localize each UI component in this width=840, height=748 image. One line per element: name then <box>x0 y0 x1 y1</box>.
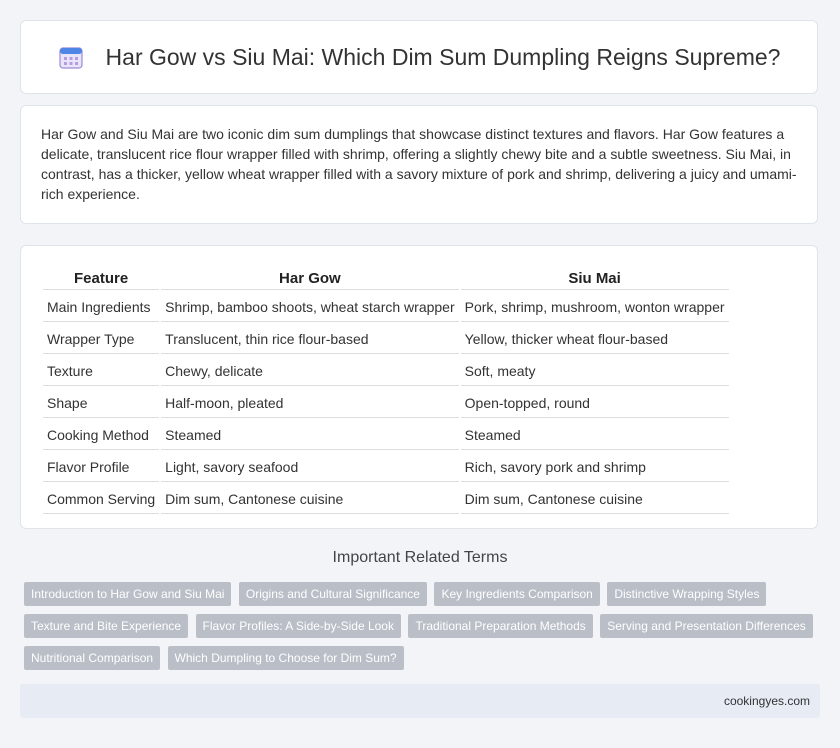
related-tag[interactable]: Key Ingredients Comparison <box>434 582 600 606</box>
related-tag[interactable]: Texture and Bite Experience <box>24 614 189 638</box>
table-cell: Chewy, delicate <box>161 356 459 386</box>
related-tag[interactable]: Traditional Preparation Methods <box>408 614 593 638</box>
related-tag[interactable]: Nutritional Comparison <box>24 646 161 670</box>
calendar-icon <box>58 44 84 70</box>
table-cell: Main Ingredients <box>43 292 160 322</box>
related-tag[interactable]: Flavor Profiles: A Side-by-Side Look <box>195 614 401 638</box>
related-terms-title: Important Related Terms <box>332 549 508 566</box>
table-cell: Flavor Profile <box>43 452 160 482</box>
related-tag[interactable]: Serving and Presentation Differences <box>600 614 813 638</box>
table-row: Wrapper Type Translucent, thin rice flou… <box>43 324 729 354</box>
table-row: Common Serving Dim sum, Cantonese cuisin… <box>43 484 729 514</box>
table-cell: Rich, savory pork and shrimp <box>460 452 729 482</box>
table-cell: Steamed <box>161 420 459 450</box>
table-cell: Translucent, thin rice flour-based <box>161 324 459 354</box>
table-cell: Yellow, thicker wheat flour-based <box>460 324 729 354</box>
footer-site[interactable]: cookingyes.com <box>724 694 810 708</box>
header-feature: Feature <box>43 266 160 290</box>
table-cell: Cooking Method <box>43 420 160 450</box>
title-card: Har Gow vs Siu Mai: Which Dim Sum Dumpli… <box>20 20 818 94</box>
table-header-row: Feature Har Gow Siu Mai <box>43 266 729 290</box>
table-cell: Half-moon, pleated <box>161 388 459 418</box>
header-siu-mai: Siu Mai <box>460 266 729 290</box>
table-row: Shape Half-moon, pleated Open-topped, ro… <box>43 388 729 418</box>
table-cell: Shape <box>43 388 160 418</box>
table-row: Main Ingredients Shrimp, bamboo shoots, … <box>43 292 729 322</box>
table-cell: Open-topped, round <box>460 388 729 418</box>
table-cell: Steamed <box>460 420 729 450</box>
table-row: Flavor Profile Light, savory seafood Ric… <box>43 452 729 482</box>
page-title: Har Gow vs Siu Mai: Which Dim Sum Dumpli… <box>105 43 781 70</box>
related-tag[interactable]: Which Dumpling to Choose for Dim Sum? <box>167 646 404 670</box>
table-cell: Dim sum, Cantonese cuisine <box>161 484 459 514</box>
table-cell: Light, savory seafood <box>161 452 459 482</box>
table-cell: Soft, meaty <box>460 356 729 386</box>
related-tags: Introduction to Har Gow and Siu Mai Orig… <box>24 582 824 678</box>
related-tag[interactable]: Introduction to Har Gow and Siu Mai <box>24 582 232 606</box>
table-cell: Pork, shrimp, mushroom, wonton wrapper <box>460 292 729 322</box>
table-row: Cooking Method Steamed Steamed <box>43 420 729 450</box>
table-cell: Dim sum, Cantonese cuisine <box>460 484 729 514</box>
related-tag[interactable]: Distinctive Wrapping Styles <box>607 582 767 606</box>
intro-card: Har Gow and Siu Mai are two iconic dim s… <box>20 105 818 224</box>
intro-text: Har Gow and Siu Mai are two iconic dim s… <box>41 126 797 202</box>
header-har-gow: Har Gow <box>161 266 459 290</box>
footer: cookingyes.com <box>20 684 820 718</box>
table-cell: Wrapper Type <box>43 324 160 354</box>
table-cell: Common Serving <box>43 484 160 514</box>
table-cell: Texture <box>43 356 160 386</box>
table-cell: Shrimp, bamboo shoots, wheat starch wrap… <box>161 292 459 322</box>
comparison-card: Feature Har Gow Siu Mai Main Ingredients… <box>20 245 818 529</box>
related-tag[interactable]: Origins and Cultural Significance <box>238 582 427 606</box>
comparison-table: Feature Har Gow Siu Mai Main Ingredients… <box>41 264 731 516</box>
table-row: Texture Chewy, delicate Soft, meaty <box>43 356 729 386</box>
